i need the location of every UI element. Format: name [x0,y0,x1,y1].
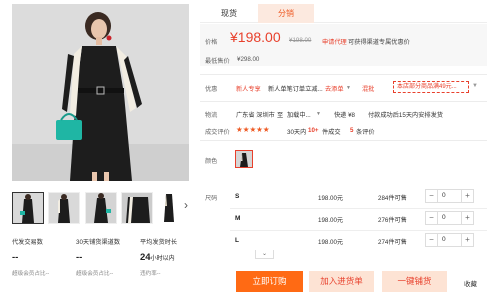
size-price: 198.00元 [318,217,344,224]
logistics-label: 物流 [205,112,218,119]
size-stock: 276件可售 [378,217,407,224]
size-name: L [235,237,239,244]
stat-title: 代发交易数 [12,239,43,246]
currency-symbol: ¥ [230,29,238,45]
size-row-l: L 198.00元 274件可售 − 0 + [200,231,487,253]
promo-label: 优惠 [205,86,218,93]
express-fee: 快递 ¥8 [334,112,355,119]
size-stock: 284件可售 [378,195,407,202]
order-now-button[interactable]: 立即订购 [236,271,303,292]
product-page: › 代发交易数 -- 超级会员占比-- 30天铺货渠道数 -- 超级会员占比--… [0,0,500,299]
min-price-value: ¥298.00 [237,56,260,63]
stat-value: -- [76,252,83,263]
mixed-batch-tag: 混批 [362,86,375,93]
plus-button[interactable]: + [461,190,473,202]
minus-button[interactable]: − [426,234,438,246]
reviews-count[interactable]: 5 [350,127,353,134]
main-product-image[interactable] [12,4,189,181]
chevron-down-icon[interactable]: ▼ [472,83,478,89]
agent-benefit-text: 可获得渠道专属优惠价 [348,39,410,46]
review-label: 成交评价 [205,129,230,136]
min-price-label: 最低售价 [205,58,230,65]
stat-number: 24 [140,252,151,263]
stat-value: -- [12,252,19,263]
one-click-distribute-button[interactable]: 一键铺货 [382,271,447,292]
thumbnail-3[interactable] [85,192,117,224]
quantity-input[interactable]: 0 [440,212,460,224]
thumbnail-strip: › [12,192,194,224]
thumbnail-5[interactable] [157,192,181,224]
size-stock: 274件可售 [378,239,407,246]
size-name: S [235,193,240,200]
expand-sizes-button[interactable]: ⌄ [255,250,274,259]
size-row-s: S 198.00元 284件可售 − 0 + [200,187,487,209]
add-to-cart-button[interactable]: 加入进货单 [309,271,374,292]
size-row-m: M 198.00元 276件可售 − 0 + [200,209,487,231]
color-label: 颜色 [205,158,218,165]
new-user-offer: 新人单笔订单立减... [268,86,323,93]
divider [200,74,487,75]
chevron-down-icon: ⌄ [261,251,268,257]
swatch-image [236,151,252,167]
stat-value: 24小时以内 [140,252,202,263]
deals-suffix: 件成交 [322,129,341,136]
quantity-stepper: − 0 + [425,189,474,203]
stat-sub: 违约率-- [140,271,161,277]
stat-title: 30天铺货渠道数 [76,239,121,246]
min-price-row: 最低售价 ¥298.00 [200,52,487,66]
stat-channels: 30天铺货渠道数 -- 超级会员占比-- [76,237,138,277]
chevron-down-icon[interactable]: ▼ [346,85,351,91]
stat-unit: 小时以内 [150,256,175,262]
size-price: 198.00元 [318,195,344,202]
deals-count: 10+ [308,127,319,134]
chevron-down-icon[interactable]: ▼ [316,111,321,117]
minus-button[interactable]: − [426,190,438,202]
size-price: 198.00元 [318,239,344,246]
stat-sub: 超级会员占比-- [12,271,50,277]
divider [200,140,487,141]
rating-stars: ★★★★★ [236,125,270,134]
coupon-badge[interactable]: 本店部分商品满49元... [393,81,469,93]
thumbnail-1[interactable] [12,192,44,224]
ship-from: 广东省 深圳市 [236,112,275,119]
stat-agent-deals: 代发交易数 -- 超级会员占比-- [12,237,74,277]
apply-agent-link[interactable]: 申请代理 [322,37,347,46]
tab-in-stock[interactable]: 现货 [200,4,258,23]
deals-prefix: 30天内 [287,129,307,136]
color-swatch-black[interactable] [235,150,253,168]
plus-button[interactable]: + [461,234,473,246]
price-value: ¥198.00 [230,29,281,45]
ship-to-select[interactable]: 加载中... [287,110,311,119]
stat-sub: 超级会员占比-- [76,271,114,277]
original-price: ¥198.00 [289,37,312,44]
divider [200,101,487,102]
favorite-button[interactable]: 收藏 [464,278,477,288]
size-name: M [235,215,241,222]
mode-tabs: 现货 分销 [200,4,487,23]
price-label: 价格 [205,39,218,46]
reviews-suffix[interactable]: 条评价 [356,127,375,136]
thumbnail-4[interactable] [121,192,153,224]
new-user-tag: 新人专享 [236,86,261,93]
minus-button[interactable]: − [426,212,438,224]
quantity-stepper: − 0 + [425,211,474,225]
quantity-input[interactable]: 0 [440,190,460,202]
quantity-stepper: − 0 + [425,233,474,247]
add-order-link[interactable]: 去添单 [325,84,344,93]
stat-ship-time: 平均发货时长 24小时以内 违约率-- [140,237,202,277]
plus-button[interactable]: + [461,212,473,224]
model-photo [12,4,189,181]
thumbnail-2[interactable] [48,192,80,224]
ship-note: 付款成功后15天内安排发货 [368,112,443,119]
tab-distribution[interactable]: 分销 [258,4,314,23]
quantity-input[interactable]: 0 [440,234,460,246]
price-number: 198.00 [237,29,281,45]
stat-title: 平均发货时长 [140,239,178,246]
chevron-right-icon[interactable]: › [184,198,188,212]
ship-to-label: 至 [277,112,284,119]
